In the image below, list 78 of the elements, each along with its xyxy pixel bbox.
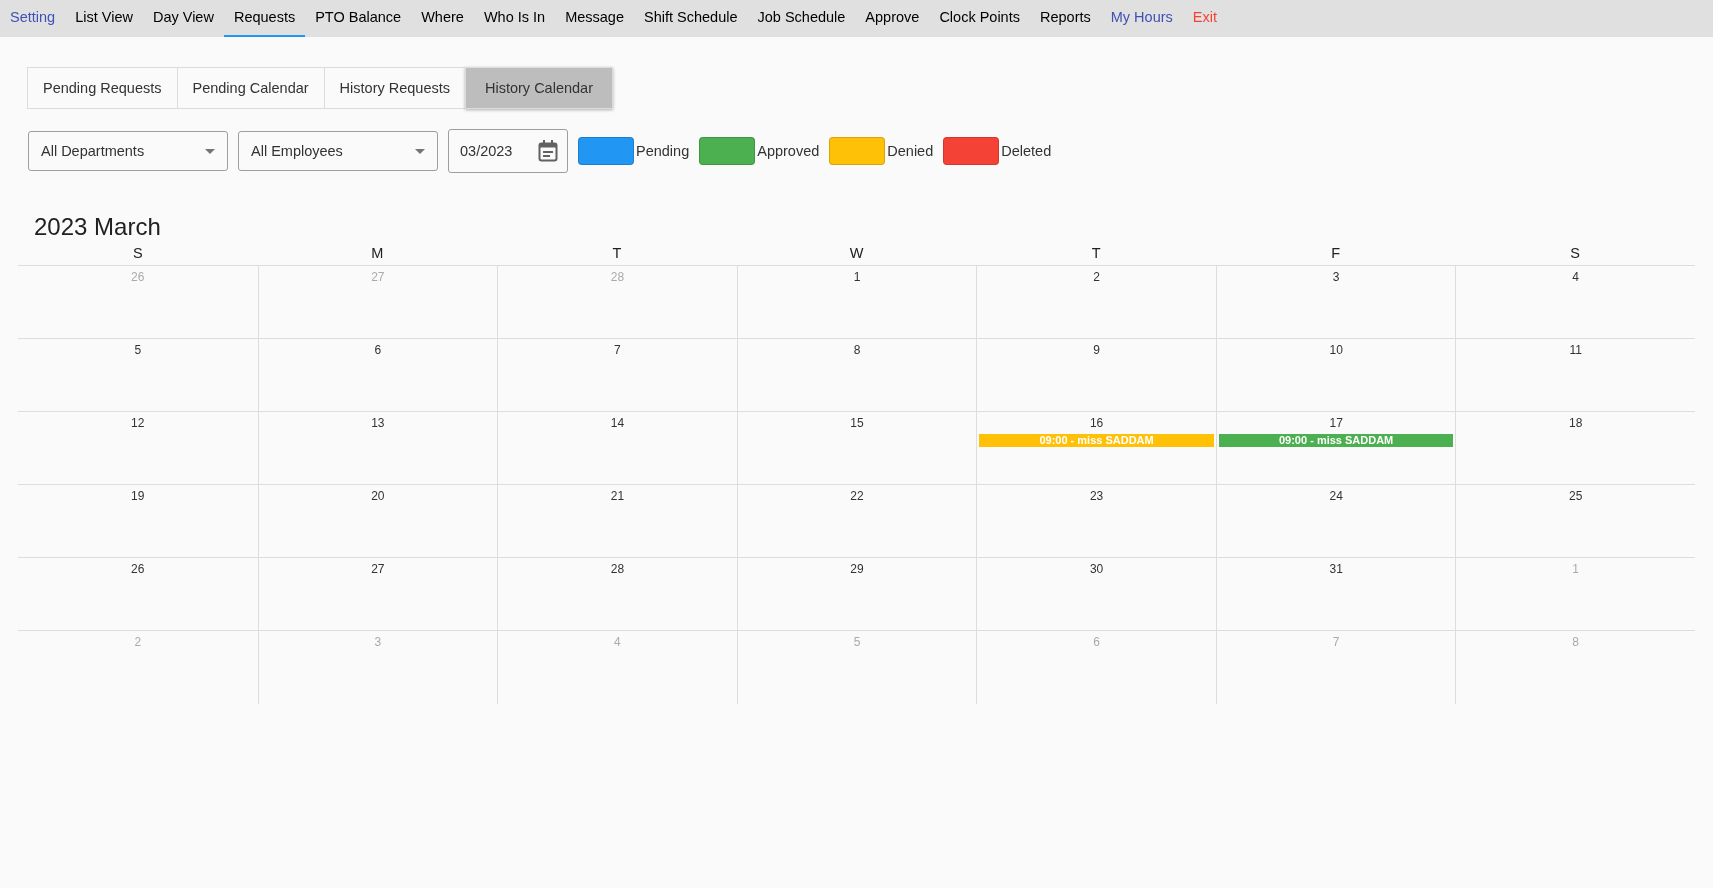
nav-link[interactable]: Where bbox=[411, 0, 474, 37]
weekday-label: F bbox=[1330, 245, 1342, 263]
legend-label: Deleted bbox=[1001, 143, 1052, 159]
month-field[interactable]: 03/2023 bbox=[448, 129, 568, 173]
day-number: 16 bbox=[1089, 416, 1104, 430]
month-title: 2023 March bbox=[33, 213, 162, 241]
tab[interactable]: Pending Calendar bbox=[176, 67, 325, 109]
day-number: 31 bbox=[1329, 562, 1343, 576]
legend-label: Denied bbox=[887, 143, 934, 159]
nav-link[interactable]: Clock Points bbox=[929, 0, 1030, 37]
day-number: 2 bbox=[134, 635, 142, 649]
day-number: 28 bbox=[610, 562, 625, 576]
day-number: 25 bbox=[1569, 489, 1583, 503]
day-number: 3 bbox=[374, 635, 382, 649]
day-number: 9 bbox=[1093, 343, 1100, 357]
day-number: 8 bbox=[853, 343, 861, 357]
weekday-label: T bbox=[1090, 245, 1102, 263]
nav-link[interactable]: PTO Balance bbox=[305, 0, 412, 37]
day-number: 7 bbox=[1332, 635, 1340, 649]
caret-icon bbox=[415, 148, 425, 154]
day-number: 30 bbox=[1089, 562, 1104, 576]
department-dropdown[interactable]: All Departments bbox=[28, 131, 228, 171]
day-number: 22 bbox=[850, 489, 864, 503]
nav-link[interactable]: Setting bbox=[0, 0, 66, 37]
day-number: 3 bbox=[1332, 270, 1340, 284]
weekday-label: W bbox=[848, 245, 865, 263]
day-number: 18 bbox=[1569, 416, 1583, 430]
nav-link[interactable]: Reports bbox=[1029, 0, 1101, 37]
nav-link[interactable]: List View bbox=[65, 0, 143, 37]
day-number: 5 bbox=[134, 343, 142, 357]
day-number: 4 bbox=[614, 635, 621, 649]
nav-link[interactable]: Job Schedule bbox=[747, 0, 856, 37]
nav-link[interactable]: Who Is In bbox=[473, 0, 556, 37]
day-number: 27 bbox=[371, 270, 385, 284]
day-number: 26 bbox=[131, 562, 145, 576]
day-number: 2 bbox=[1093, 270, 1100, 284]
nav-link[interactable]: Requests bbox=[223, 0, 306, 37]
day-number: 20 bbox=[371, 489, 385, 503]
nav-link[interactable]: My Hours bbox=[1100, 0, 1183, 37]
day-number: 1 bbox=[1572, 562, 1580, 576]
nav-link[interactable]: Approve bbox=[855, 0, 930, 37]
legend-label: Approved bbox=[757, 143, 820, 159]
tab[interactable]: Pending Requests bbox=[27, 67, 178, 109]
day-number: 6 bbox=[374, 343, 382, 357]
nav-link[interactable]: Message bbox=[555, 0, 634, 37]
day-number: 6 bbox=[1093, 635, 1100, 649]
weekday-label: S bbox=[131, 245, 144, 263]
day-number: 29 bbox=[850, 562, 864, 576]
weekday-label: S bbox=[1569, 245, 1582, 263]
weekday-label: T bbox=[611, 245, 623, 263]
day-number: 24 bbox=[1329, 489, 1343, 503]
day-number: 23 bbox=[1089, 489, 1104, 503]
day-number: 26 bbox=[131, 270, 145, 284]
day-number: 4 bbox=[1572, 270, 1580, 284]
day-number: 14 bbox=[610, 416, 625, 430]
calendar-icon[interactable] bbox=[538, 140, 558, 162]
day-number: 11 bbox=[1569, 343, 1582, 357]
nav-link[interactable]: Shift Schedule bbox=[633, 0, 748, 37]
day-number: 5 bbox=[853, 635, 861, 649]
day-number: 21 bbox=[610, 489, 625, 503]
tab[interactable]: History Calendar bbox=[465, 67, 613, 109]
weekday-label: M bbox=[370, 245, 385, 263]
day-number: 7 bbox=[614, 343, 621, 357]
day-number: 28 bbox=[610, 270, 625, 284]
day-number: 8 bbox=[1572, 635, 1580, 649]
day-number: 15 bbox=[850, 416, 864, 430]
day-number: 10 bbox=[1329, 343, 1343, 357]
day-number: 19 bbox=[131, 489, 145, 503]
day-number: 13 bbox=[371, 416, 385, 430]
legend-label: Pending bbox=[636, 143, 690, 159]
day-number: 12 bbox=[131, 416, 145, 430]
day-number: 17 bbox=[1329, 416, 1343, 430]
nav-link[interactable]: Day View bbox=[142, 0, 224, 37]
caret-icon bbox=[205, 148, 215, 154]
tab[interactable]: History Requests bbox=[323, 67, 466, 109]
day-number: 27 bbox=[371, 562, 385, 576]
employee-dropdown[interactable]: All Employees bbox=[238, 131, 438, 171]
day-number: 1 bbox=[853, 270, 861, 284]
